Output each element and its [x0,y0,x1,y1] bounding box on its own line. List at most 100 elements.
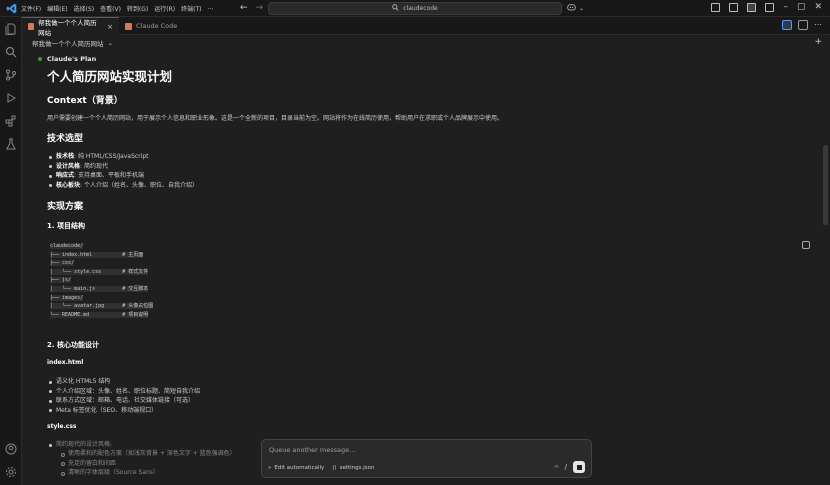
code-line: ├── css/ [50,260,75,267]
toggle-sidebar-icon[interactable] [711,2,721,12]
claude-icon [125,22,132,30]
editor-tab-bar: 帮我做一个个人简历网站 × Claude Code ⋯ [22,17,830,37]
code-line: └── README.md # 项目说明 [50,311,149,318]
testing-icon[interactable] [5,138,17,150]
session-selector[interactable]: 帮我做一个个人简历网站 ⌄ [32,38,113,48]
vscode-logo-icon [3,0,19,16]
stop-button[interactable] [573,461,585,473]
maximize-icon[interactable]: ▢ [797,2,806,12]
vertical-scrollbar[interactable] [823,145,828,225]
context-text: 用户需要创建一个个人简历网站，用于展示个人信息和职业形象。这是一个全新的项目，目… [47,115,504,122]
settings-gear-icon[interactable] [5,466,17,478]
title-bar: 文件(F) 编辑(E) 选择(S) 查看(V) 转到(G) 运行(R) 终端(T… [0,0,830,17]
search-icon [392,4,399,13]
more-actions-icon[interactable]: ⋯ [814,20,822,30]
code-line: ├── images/ [50,294,84,301]
context-file-label: settings.json [339,465,375,471]
search-value: claudecode [403,5,438,12]
style-heading: style.css [47,423,77,430]
code-line: claudecode/ [50,243,84,249]
menu-terminal[interactable]: 终端(T) [181,4,201,13]
edit-mode-icon: » [268,465,272,471]
slash-command-icon[interactable]: / [565,463,567,471]
menu-view[interactable]: 查看(V) [100,4,121,13]
close-icon[interactable]: ✕ [814,2,822,12]
editor-actions: ⋯ [782,20,822,30]
code-line: │ └── style.css # 样式文件 [50,268,149,275]
list-item: 清晰的字体层级（Source Sans） [61,468,236,478]
session-title: 帮我做一个个人简历网站 [32,40,104,48]
list-item: 技术栈: 纯 HTML/CSS/JavaScript [49,152,198,162]
file-code-icon: ⟨⟩ [332,465,337,471]
edit-mode-label: Edit automatically [274,465,325,471]
code-line: ├── js/ [50,277,72,284]
stop-square-icon [576,464,582,470]
tab-label: 帮我做一个个人简历网站 [38,18,97,37]
menu-bar: 文件(F) 编辑(E) 选择(S) 查看(V) 转到(G) 运行(R) 终端(T… [21,4,213,13]
list-item: 充足的留白和间距 [61,459,236,469]
list-item: 响应式: 支持桌面、平板和手机端 [49,171,198,181]
tech-heading: 技术选型 [47,134,84,144]
status-dot-icon [38,57,42,61]
tab-resume-chat[interactable]: 帮我做一个个人简历网站 × [22,17,119,37]
customize-layout-icon[interactable] [765,2,775,12]
attach-paperclip-icon[interactable]: 𝄐 [554,462,558,472]
window-controls: – ▢ ✕ [711,2,822,12]
plan-label-text: Claude's Plan [47,55,97,63]
list-item: Meta 标签优化（SEO、移动端视口） [48,406,200,416]
command-center-search[interactable]: claudecode [268,2,562,15]
copilot-button[interactable]: ⌄ [567,3,584,13]
context-file-chip[interactable]: ⟨⟩ settings.json [332,465,374,471]
toggle-panel-icon[interactable] [729,2,739,12]
copy-icon[interactable] [802,241,810,249]
code-line: │ └── main.js # 交互脚本 [50,285,149,292]
session-header: 帮我做一个个人简历网站 ⌄ + [22,35,830,51]
chat-footer: » Edit automatically ⟨⟩ settings.json [268,465,375,471]
claude-panel-toggle-icon[interactable] [782,20,792,30]
style-sub-list: 使用柔和的配色方案（如浅灰背景 + 深色文字 + 蓝色强调色） 充足的留白和间距… [61,449,236,478]
minimize-icon[interactable]: – [783,2,788,12]
menu-more[interactable]: … [207,4,213,13]
account-icon[interactable] [5,443,17,455]
chevron-down-icon: ⌄ [579,4,585,12]
code-line: ├── index.html # 主页面 [50,251,144,258]
new-session-plus-icon[interactable]: + [814,37,822,47]
extensions-icon[interactable] [5,115,17,127]
structure-heading: 1. 项目结构 [47,222,85,230]
tech-list: 技术栈: 纯 HTML/CSS/JavaScript 设计风格: 简约现代 响应… [49,152,198,190]
list-item: 联系方式区域：邮箱、电话、社交媒体链接（可选） [48,396,200,406]
claude-icon [28,23,35,30]
source-control-icon[interactable] [5,69,17,81]
run-debug-icon[interactable] [5,92,17,104]
menu-selection[interactable]: 选择(S) [74,4,95,13]
chevron-down-icon: ⌄ [107,39,113,47]
menu-run[interactable]: 运行(R) [154,4,175,13]
explorer-icon[interactable] [5,23,17,36]
search-icon[interactable] [5,46,17,58]
index-list: 语义化 HTML5 结构 个人介绍区域：头像、姓名、职位标题、简短自我介绍 联系… [48,377,200,416]
message-input[interactable] [269,446,579,454]
list-item: 核心板块: 个人介绍（姓名、头像、职位、自我介绍） [49,181,198,189]
tab-label: Claude Code [136,22,178,30]
menu-go[interactable]: 转到(G) [127,4,148,13]
menu-edit[interactable]: 编辑(E) [47,4,67,13]
close-tab-icon[interactable]: × [107,23,113,31]
plan-content: Claude's Plan 个人简历网站实现计划 Context（背景） 用户需… [22,51,798,485]
list-item: 设计风格: 简约现代 [49,162,198,172]
tab-claude-code[interactable]: Claude Code [119,17,183,35]
forward-arrow-icon[interactable]: → [256,3,264,13]
plan-label: Claude's Plan [38,55,96,63]
chat-actions: 𝄐 / [554,461,585,473]
toggle-secondary-sidebar-icon[interactable] [747,2,757,12]
impl-heading: 实现方案 [47,202,84,212]
nav-arrows: ← → [240,3,263,13]
back-arrow-icon[interactable]: ← [240,3,248,13]
chat-input-box: » Edit automatically ⟨⟩ settings.json 𝄐 … [261,439,592,478]
split-editor-icon[interactable] [798,20,808,30]
activity-bar [0,17,22,485]
context-heading: Context（背景） [47,96,123,106]
edit-mode-toggle[interactable]: » Edit automatically [268,465,324,471]
menu-file[interactable]: 文件(F) [21,4,41,13]
list-item: 语义化 HTML5 结构 [48,377,200,387]
code-line: │ └── avatar.jpg # 头像占位图 [50,303,154,310]
